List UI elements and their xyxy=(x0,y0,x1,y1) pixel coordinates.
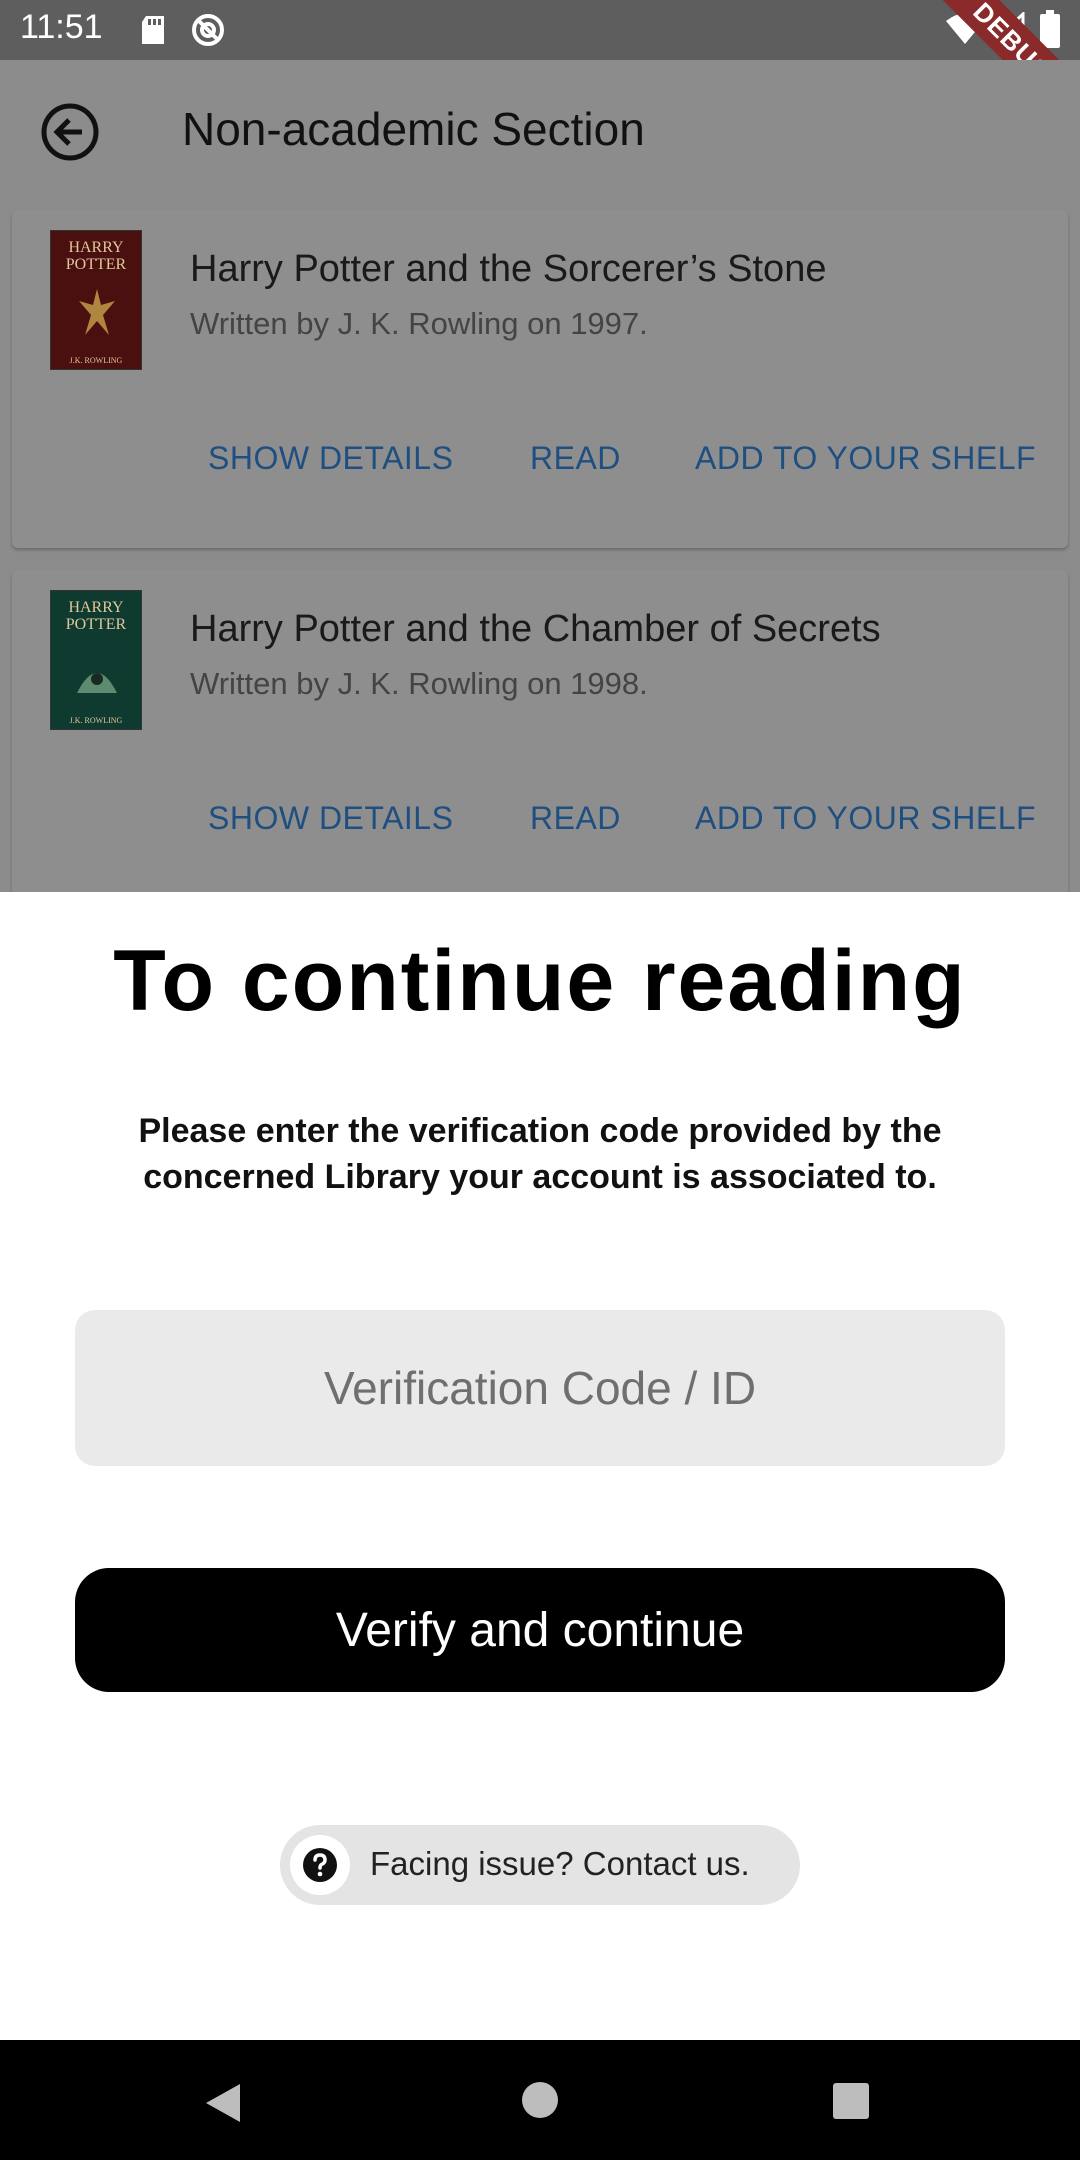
contact-us-label: Facing issue? Contact us. xyxy=(370,1845,750,1882)
book-card: HARRY POTTER J.K. ROWLING Harry Potter a… xyxy=(12,570,1068,900)
book-subtitle: Written by J. K. Rowling on 1997. xyxy=(190,306,648,341)
card-actions: SHOW DETAILS READ ADD TO YOUR SHELF xyxy=(12,800,1068,860)
read-button[interactable]: READ xyxy=(530,800,621,837)
book-title: Harry Potter and the Chamber of Secrets xyxy=(190,608,881,650)
page-title: Non-academic Section xyxy=(182,103,645,155)
sheet-title: To continue reading xyxy=(113,933,967,1029)
show-details-button[interactable]: SHOW DETAILS xyxy=(208,800,453,837)
nav-back-icon[interactable] xyxy=(200,2080,246,2126)
nav-recent-icon[interactable] xyxy=(832,2082,870,2120)
add-to-shelf-button[interactable]: ADD TO YOUR SHELF xyxy=(695,800,1036,837)
battery-icon xyxy=(1040,10,1060,48)
verify-and-continue-button[interactable]: Verify and continue xyxy=(75,1568,1005,1692)
contact-us-button[interactable]: Facing issue? Contact us. xyxy=(280,1825,800,1905)
app-bar: Non-academic Section xyxy=(0,60,1080,204)
cover-art-icon xyxy=(77,673,117,693)
book-title: Harry Potter and the Sorcerer’s Stone xyxy=(190,248,827,290)
book-card: HARRY POTTER J.K. ROWLING Harry Potter a… xyxy=(12,210,1068,548)
system-nav-bar xyxy=(0,2040,1080,2160)
add-to-shelf-button[interactable]: ADD TO YOUR SHELF xyxy=(695,440,1036,477)
cover-title: HARRY POTTER xyxy=(65,239,127,273)
cover-author: J.K. ROWLING xyxy=(69,356,123,365)
status-time: 11:51 xyxy=(20,8,103,46)
book-cover: HARRY POTTER J.K. ROWLING xyxy=(50,590,142,730)
book-subtitle: Written by J. K. Rowling on 1998. xyxy=(190,666,648,701)
sheet-description: Please enter the verification code provi… xyxy=(138,1112,942,1196)
sync-icon xyxy=(192,14,224,46)
verification-sheet: To continue reading Please enter the ver… xyxy=(0,892,1080,2040)
nav-home-icon[interactable] xyxy=(520,2080,560,2120)
help-circle-icon xyxy=(303,1848,337,1882)
contact-icon-badge xyxy=(290,1835,350,1895)
show-details-button[interactable]: SHOW DETAILS xyxy=(208,440,453,477)
sd-card-icon xyxy=(142,16,164,44)
card-actions: SHOW DETAILS READ ADD TO YOUR SHELF xyxy=(12,440,1068,500)
back-arrow-icon[interactable] xyxy=(38,100,102,164)
status-bar: 11:51 DEBUG xyxy=(0,0,1080,145)
book-cover: HARRY POTTER J.K. ROWLING xyxy=(50,230,142,370)
cover-art-icon xyxy=(79,289,115,335)
read-button[interactable]: READ xyxy=(530,440,621,477)
cover-title: HARRY POTTER xyxy=(65,599,127,633)
cover-author: J.K. ROWLING xyxy=(69,716,123,725)
verification-code-input[interactable] xyxy=(75,1310,1005,1466)
